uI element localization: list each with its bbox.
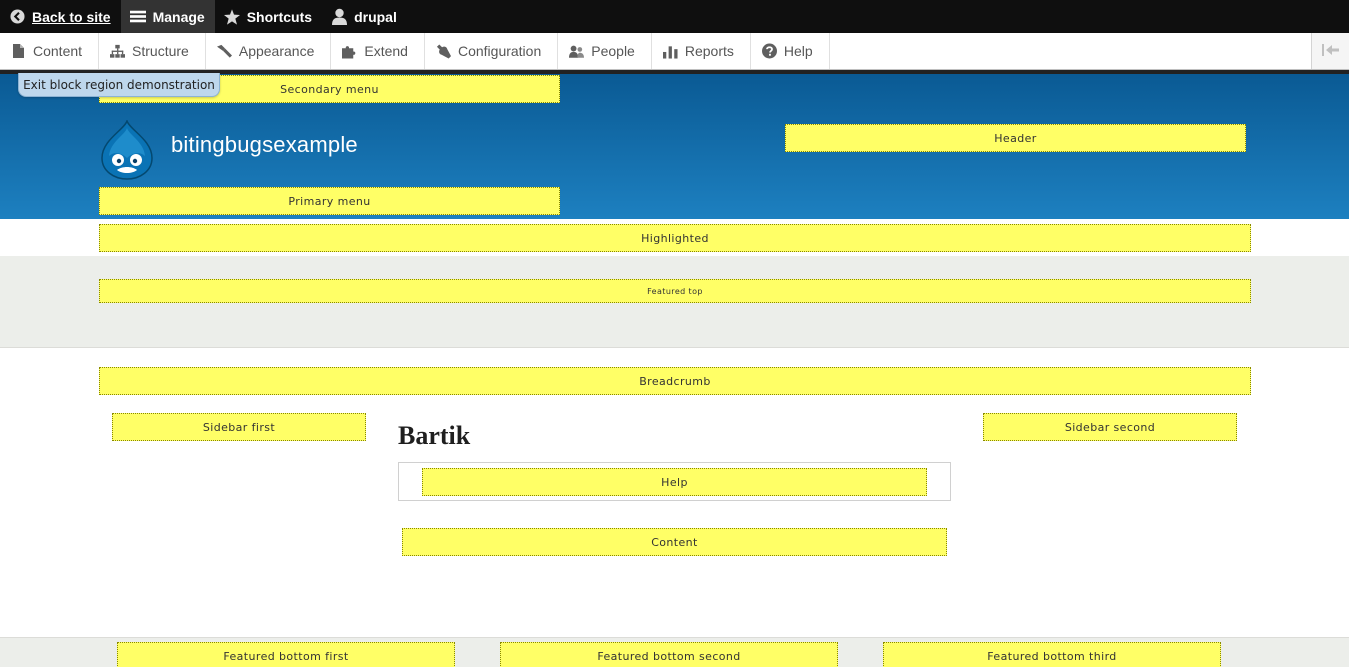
tray-item-content[interactable]: Content <box>0 33 100 69</box>
region-featured-bottom-second: Featured bottom second <box>500 642 838 667</box>
shortcuts-label: Shortcuts <box>246 8 313 25</box>
wrench-icon <box>436 44 451 59</box>
tray-item-label: People <box>591 43 635 59</box>
region-highlighted: Highlighted <box>99 224 1251 252</box>
tray-item-label: Structure <box>132 43 189 59</box>
region-help: Help <box>422 468 927 496</box>
user-label: drupal <box>354 8 397 25</box>
manage-tray: Content Structure Appearance Extend Conf… <box>0 33 1349 70</box>
tray-item-extend[interactable]: Extend <box>331 33 425 69</box>
back-to-site-link[interactable]: Back to site <box>0 0 121 33</box>
tray-item-label: Help <box>783 43 813 59</box>
user-tab[interactable]: drupal <box>322 0 407 33</box>
puzzle-icon <box>342 44 357 59</box>
region-featured-bottom-first: Featured bottom first <box>117 642 455 667</box>
region-featured-bottom-third: Featured bottom third <box>883 642 1221 667</box>
region-header: Header <box>785 124 1246 152</box>
tray-item-label: Configuration <box>457 43 542 59</box>
tray-item-label: Appearance <box>238 43 315 59</box>
people-icon <box>569 44 585 59</box>
region-primary-menu: Primary menu <box>99 187 560 215</box>
region-breadcrumb: Breadcrumb <box>99 367 1251 395</box>
tray-item-label: Extend <box>364 43 408 59</box>
tray-item-reports[interactable]: Reports <box>652 33 751 69</box>
hamburger-icon <box>129 9 146 25</box>
site-name[interactable]: bitingbugsexample <box>171 132 358 158</box>
drupal-logo-icon[interactable] <box>100 118 154 180</box>
tray-item-appearance[interactable]: Appearance <box>206 33 332 69</box>
tray-item-help[interactable]: Help <box>751 33 830 69</box>
bar-chart-icon <box>662 44 678 59</box>
region-sidebar-second: Sidebar second <box>983 413 1237 441</box>
tray-item-structure[interactable]: Structure <box>99 33 206 69</box>
region-sidebar-first: Sidebar first <box>112 413 366 441</box>
tray-item-label: Content <box>33 43 83 59</box>
paintbrush-icon <box>216 44 232 59</box>
shortcuts-tab[interactable]: Shortcuts <box>215 0 322 33</box>
tray-item-people[interactable]: People <box>558 33 652 69</box>
back-arrow-icon <box>9 9 25 25</box>
region-featured-top: Featured top <box>99 279 1251 303</box>
admin-toolbar: Back to site Manage Shortcuts drupal <box>0 0 1349 33</box>
tray-orientation-toggle[interactable] <box>1311 33 1349 69</box>
star-icon <box>223 8 240 25</box>
manage-tab[interactable]: Manage <box>120 0 215 33</box>
question-icon <box>761 43 777 59</box>
collapse-left-icon <box>1321 42 1340 61</box>
manage-label: Manage <box>152 8 205 25</box>
tray-item-label: Reports <box>684 43 734 59</box>
sitemap-icon <box>110 44 126 59</box>
back-to-site-label: Back to site <box>32 8 111 25</box>
file-icon <box>11 44 26 59</box>
user-icon <box>331 8 347 25</box>
exit-demo-button[interactable]: Exit block region demonstration <box>18 73 220 97</box>
region-content: Content <box>402 528 947 556</box>
tray-item-configuration[interactable]: Configuration <box>425 33 559 69</box>
page-title: Bartik <box>398 421 471 450</box>
